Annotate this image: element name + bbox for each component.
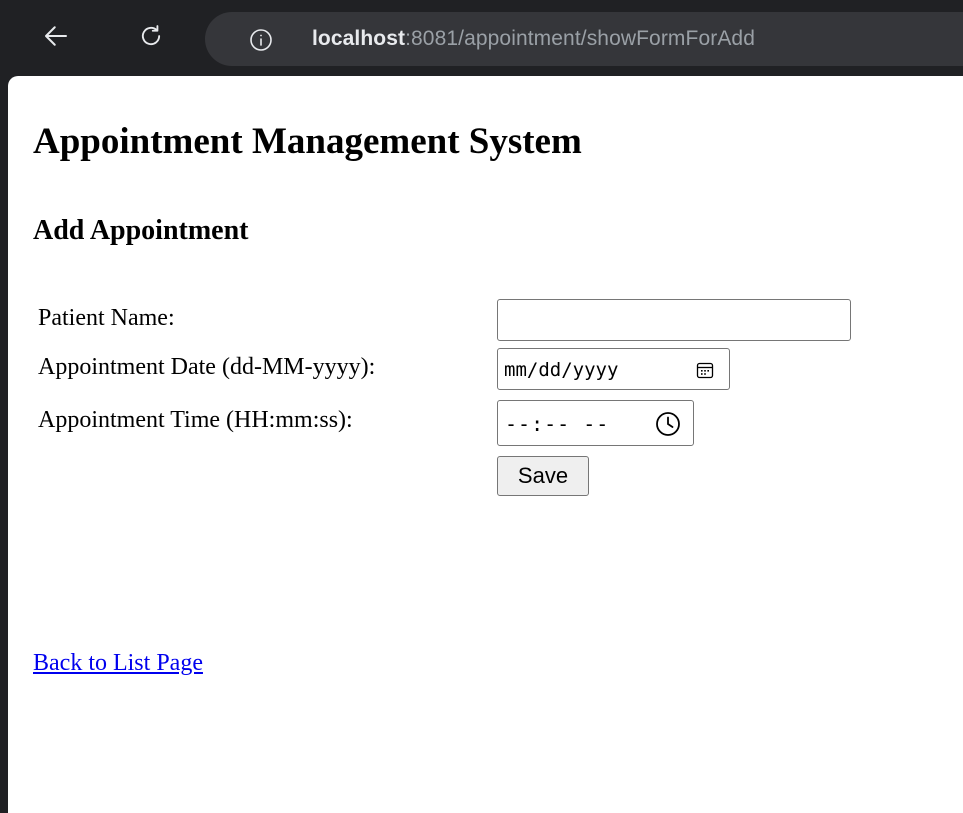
browser-toolbar: localhost:8081/appointment/showFormForAd… (0, 0, 963, 80)
patient-name-label: Patient Name: (38, 305, 175, 331)
address-bar[interactable]: localhost:8081/appointment/showFormForAd… (205, 12, 963, 66)
url-host: localhost (312, 27, 406, 50)
appointment-date-input[interactable]: mm/dd/yyyy (497, 348, 730, 390)
back-arrow-icon (45, 26, 67, 46)
appointment-time-label: Appointment Time (HH:mm:ss): (38, 407, 353, 433)
appointment-time-input[interactable]: --:-- -- (497, 400, 694, 446)
appointment-date-label: Appointment Date (dd-MM-yyyy): (38, 354, 376, 380)
url-text[interactable]: localhost:8081/appointment/showFormForAd… (312, 27, 755, 51)
info-icon[interactable] (249, 28, 273, 52)
back-to-list-link[interactable]: Back to List Page (33, 650, 203, 677)
back-button[interactable] (38, 18, 74, 54)
page-subtitle: Add Appointment (33, 215, 249, 246)
reload-icon (141, 25, 161, 46)
date-placeholder: mm/dd/yyyy (504, 359, 619, 381)
page-title: Appointment Management System (33, 121, 582, 162)
save-button[interactable]: Save (497, 456, 589, 496)
page-viewport: Appointment Management System Add Appoin… (8, 76, 963, 813)
time-placeholder: --:-- -- (505, 412, 610, 436)
url-path: :8081/appointment/showFormForAdd (405, 27, 755, 50)
clock-icon[interactable] (654, 410, 682, 438)
reload-button[interactable] (133, 18, 169, 54)
calendar-icon[interactable] (695, 360, 715, 380)
patient-name-input[interactable] (497, 299, 851, 341)
